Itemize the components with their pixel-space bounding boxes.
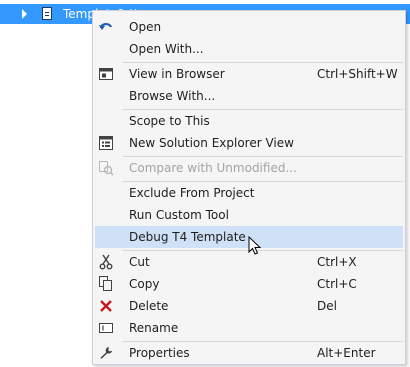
menu-item-view-in-browser[interactable]: View in Browser Ctrl+Shift+W — [95, 63, 403, 85]
menu-item-copy[interactable]: Copy Ctrl+C — [95, 273, 403, 295]
menu-item-label: Exclude From Project — [129, 186, 255, 200]
rename-icon — [97, 319, 115, 337]
menu-item-shortcut: Ctrl+C — [317, 277, 357, 291]
menu-item-label: Debug T4 Template — [129, 230, 246, 244]
menu-item-label: Run Custom Tool — [129, 208, 229, 222]
mouse-pointer-icon — [248, 236, 262, 255]
menu-item-label: Copy — [129, 277, 160, 291]
menu-item-compare-with-unmodified[interactable]: Compare with Unmodified... — [95, 157, 403, 179]
screen: Template1.tt Open Open With... — [0, 0, 410, 367]
menu-item-label: Properties — [129, 346, 190, 360]
menu-item-rename[interactable]: Rename — [95, 317, 403, 339]
menu-item-delete[interactable]: Delete Del — [95, 295, 403, 317]
menu-item-new-solution-explorer-view[interactable]: New Solution Explorer View — [95, 132, 403, 154]
menu-item-label: Scope to This — [129, 114, 210, 128]
menu-item-label: New Solution Explorer View — [129, 136, 294, 150]
menu-item-shortcut: Alt+Enter — [317, 346, 376, 360]
menu-item-run-custom-tool[interactable]: Run Custom Tool — [95, 204, 403, 226]
menu-item-shortcut: Ctrl+Shift+W — [317, 67, 398, 81]
solution-explorer-icon — [97, 134, 115, 152]
delete-x-icon — [97, 297, 115, 315]
file-icon — [42, 7, 52, 20]
copy-icon — [97, 275, 115, 293]
menu-item-label: Cut — [129, 255, 150, 269]
menu-item-shortcut: Del — [317, 299, 337, 313]
menu-item-label: Open — [129, 20, 162, 34]
menu-item-browse-with[interactable]: Browse With... — [95, 85, 403, 107]
menu-item-properties[interactable]: Properties Alt+Enter — [95, 342, 403, 364]
menu-item-label: Rename — [129, 321, 179, 335]
menu-item-label: Compare with Unmodified... — [129, 161, 297, 175]
menu-item-open[interactable]: Open — [95, 16, 403, 38]
menu-item-label: Delete — [129, 299, 169, 313]
scissors-icon — [97, 253, 115, 271]
context-menu: Open Open With... View in Browser Ctrl+S… — [92, 10, 406, 365]
undo-arrow-icon — [97, 18, 115, 36]
menu-item-label: Browse With... — [129, 89, 216, 103]
wrench-icon — [97, 344, 115, 362]
menu-item-scope-to-this[interactable]: Scope to This — [95, 110, 403, 132]
menu-item-label: View in Browser — [129, 67, 225, 81]
menu-item-open-with[interactable]: Open With... — [95, 38, 403, 60]
compare-icon — [97, 159, 115, 177]
menu-item-shortcut: Ctrl+X — [317, 255, 357, 269]
menu-item-exclude-from-project[interactable]: Exclude From Project — [95, 182, 403, 204]
menu-item-label: Open With... — [129, 42, 204, 56]
expand-arrow-icon[interactable] — [22, 9, 27, 19]
browser-icon — [97, 65, 115, 83]
